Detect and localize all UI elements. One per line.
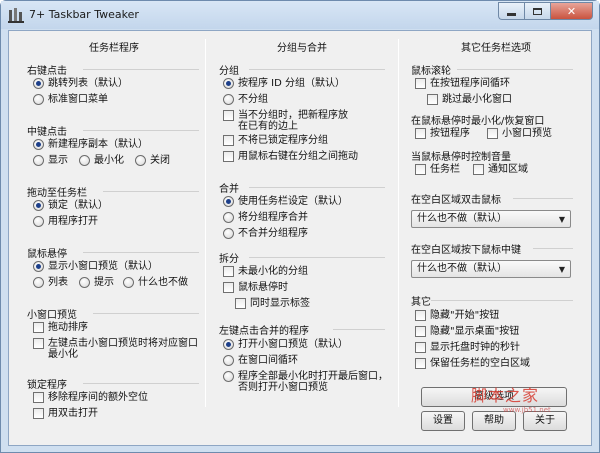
- radio-pin[interactable]: 锁定（默认）: [33, 200, 108, 212]
- section-pinned: 锁定程序: [27, 376, 199, 391]
- radio-standard-menu[interactable]: 标准窗口菜单: [33, 94, 108, 106]
- window-title: 7+ Taskbar Tweaker: [29, 8, 139, 21]
- radio-open-last-window[interactable]: 程序全部最小化时打开最后窗口，否则打开小窗口预览: [223, 371, 395, 393]
- check-double-click-open[interactable]: 用双击打开: [33, 408, 98, 420]
- check-place-beside[interactable]: 当不分组时，把新程序放在已有的边上: [223, 110, 393, 132]
- radio-show-thumbnail[interactable]: 显示小窗口预览（默认）: [33, 261, 158, 273]
- minimize-button[interactable]: [498, 2, 524, 20]
- chevron-down-icon: ▼: [558, 215, 565, 224]
- check-minimize-on-click[interactable]: 左键点击小窗口预览时将对应窗口最小化: [33, 338, 203, 360]
- close-button[interactable]: ✕: [550, 2, 593, 20]
- check-minmax-buttons[interactable]: 按钮程序: [415, 128, 470, 140]
- volume-control-label: 当鼠标悬停时控制音量: [411, 152, 511, 163]
- check-hide-start[interactable]: 隐藏"开始"按钮: [415, 310, 499, 322]
- radio-cycle-windows[interactable]: 在窗口间循环: [223, 355, 298, 367]
- minimize-restore-label: 在鼠标悬停时最小化/恢复窗口: [411, 116, 545, 127]
- section-misc: 其它: [411, 293, 573, 308]
- minimize-icon: [507, 12, 516, 16]
- check-show-seconds[interactable]: 显示托盘时钟的秒针: [415, 342, 520, 354]
- radio-group-by-id[interactable]: 按程序 ID 分组（默认）: [223, 78, 345, 90]
- check-minmax-thumbnails[interactable]: 小窗口预览: [487, 128, 552, 140]
- section-middle-click: 中键点击: [27, 123, 199, 138]
- maximize-button[interactable]: [524, 2, 550, 20]
- app-window: 7+ Taskbar Tweaker ✕ 任务栏程序 分组与合并 其它任务栏选项…: [0, 0, 600, 453]
- close-icon: ✕: [566, 4, 577, 18]
- section-hover: 鼠标悬停: [27, 245, 199, 260]
- radio-open-thumbnail[interactable]: 打开小窗口预览（默认）: [223, 339, 348, 351]
- watermark-logo: 脚本之家: [471, 386, 540, 405]
- check-cycle-buttons[interactable]: 在按钮程序间循环: [415, 78, 510, 90]
- watermark-url: www.jb51.net: [503, 406, 551, 414]
- section-group: 分组: [219, 62, 385, 77]
- column-heading-other: 其它任务栏选项: [461, 43, 531, 54]
- radio-no-group[interactable]: 不分组: [223, 94, 268, 106]
- radio-do-nothing[interactable]: 什么也不做: [123, 277, 188, 289]
- section-middle-click-empty: 在空白区域按下鼠标中键: [411, 241, 573, 256]
- check-keep-space[interactable]: 保留任务栏的空白区域: [415, 358, 530, 370]
- section-combine: 合并: [219, 180, 385, 195]
- check-show-labels[interactable]: 同时显示标签: [235, 298, 310, 310]
- chevron-down-icon: ▼: [558, 265, 565, 274]
- help-button[interactable]: 帮助: [472, 411, 516, 431]
- section-double-click-empty: 在空白区域双击鼠标: [411, 191, 573, 206]
- radio-list[interactable]: 列表: [33, 277, 68, 289]
- check-skip-minimized[interactable]: 跳过最小化窗口: [427, 94, 512, 106]
- column-divider: [398, 39, 399, 407]
- check-drag-reorder[interactable]: 拖动排序: [33, 322, 88, 334]
- middle-click-dropdown[interactable]: 什么也不做（默认） ▼: [411, 260, 571, 278]
- radio-minimize[interactable]: 最小化: [79, 155, 124, 167]
- check-volume-taskbar[interactable]: 任务栏: [415, 164, 460, 176]
- column-heading-grouping: 分组与合并: [277, 43, 327, 54]
- check-right-drag-groups[interactable]: 用鼠标右键在分组之间拖动: [223, 151, 358, 163]
- check-split-hover[interactable]: 鼠标悬停时: [223, 282, 288, 294]
- caption-buttons: ✕: [498, 2, 593, 20]
- section-wheel: 鼠标滚轮: [411, 62, 573, 77]
- double-click-dropdown[interactable]: 什么也不做（默认） ▼: [411, 210, 571, 228]
- column-divider: [205, 39, 206, 407]
- section-left-click-combined: 左键点击合并的程序: [219, 322, 385, 337]
- tweaker-app-icon: [8, 8, 24, 23]
- title-bar[interactable]: 7+ Taskbar Tweaker ✕: [1, 1, 599, 29]
- section-right-click: 右键点击: [27, 62, 199, 77]
- radio-show[interactable]: 显示: [33, 155, 68, 167]
- check-split-unminimized[interactable]: 未最小化的分组: [223, 266, 308, 278]
- column-heading-taskbar: 任务栏程序: [89, 43, 139, 54]
- radio-use-taskbar-setting[interactable]: 使用任务栏设定（默认）: [223, 196, 348, 208]
- radio-combine-groups[interactable]: 将分组程序合并: [223, 212, 308, 224]
- check-remove-gaps[interactable]: 移除程序间的额外空位: [33, 392, 148, 404]
- maximize-icon: [533, 7, 542, 15]
- radio-jumplist[interactable]: 跳转列表（默认）: [33, 78, 128, 90]
- about-button[interactable]: 关于: [523, 411, 567, 431]
- radio-open-with[interactable]: 用程序打开: [33, 216, 98, 228]
- check-hide-show-desktop[interactable]: 隐藏"显示桌面"按钮: [415, 326, 519, 338]
- check-no-group-pinned[interactable]: 不将已锁定程序分组: [223, 135, 328, 147]
- section-split: 拆分: [219, 250, 385, 265]
- radio-tooltip[interactable]: 提示: [79, 277, 114, 289]
- radio-new-instance[interactable]: 新建程序副本（默认）: [33, 139, 148, 151]
- check-volume-tray[interactable]: 通知区域: [473, 164, 528, 176]
- radio-close[interactable]: 关闭: [135, 155, 170, 167]
- section-drag-to-taskbar: 拖动至任务栏: [27, 184, 199, 199]
- radio-no-combine[interactable]: 不合并分组程序: [223, 228, 308, 240]
- section-thumbnail: 小窗口预览: [27, 306, 199, 321]
- settings-button[interactable]: 设置: [421, 411, 465, 431]
